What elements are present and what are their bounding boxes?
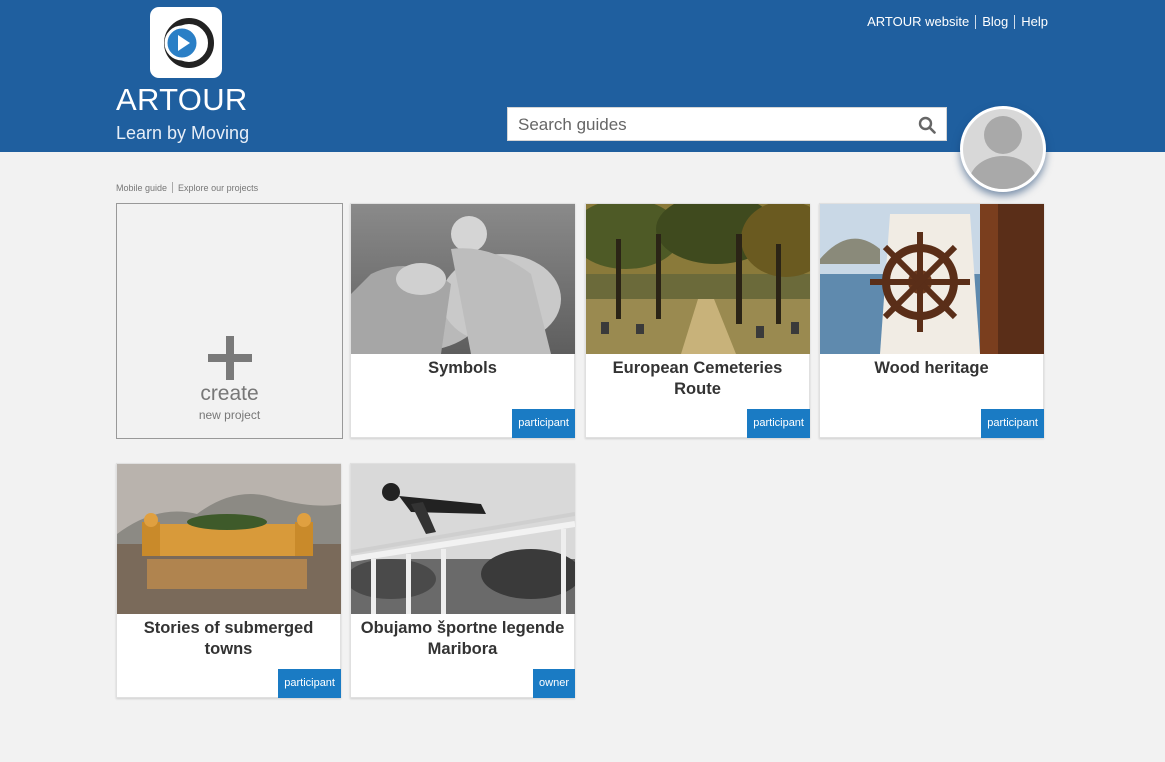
breadcrumb-mobile-guide[interactable]: Mobile guide (116, 183, 167, 193)
user-avatar[interactable] (960, 106, 1046, 192)
link-divider (975, 14, 977, 29)
create-project-card[interactable]: create new project (116, 203, 343, 439)
project-thumbnail (117, 464, 341, 614)
plus-icon (208, 336, 252, 380)
breadcrumb: Mobile guide Explore our projects (116, 182, 258, 193)
top-links: ARTOUR website Blog Help (867, 14, 1048, 29)
project-card-european-cemeteries-route[interactable]: European Cemeteries Route participant (585, 203, 810, 438)
project-card-stories-of-submerged-towns[interactable]: Stories of submerged towns participant (116, 463, 341, 698)
breadcrumb-divider (172, 182, 174, 193)
app-logo[interactable] (150, 7, 222, 78)
project-card-symbols[interactable]: Symbols participant (350, 203, 575, 438)
play-circle-logo-icon (164, 18, 214, 68)
search-input[interactable] (516, 113, 910, 137)
role-badge: participant (747, 409, 810, 438)
project-thumbnail (586, 204, 810, 354)
link-divider (1014, 14, 1016, 29)
project-title: Symbols (428, 359, 497, 377)
project-thumbnail (351, 464, 575, 614)
search-icon[interactable] (918, 116, 936, 134)
project-card-wood-heritage[interactable]: Wood heritage participant (819, 203, 1044, 438)
search-box (507, 107, 947, 141)
user-silhouette-icon (969, 116, 1037, 189)
project-card-obujamo-sportne-legende-maribora[interactable]: Obujamo športne legende Maribora owner (350, 463, 575, 698)
role-badge: participant (512, 409, 575, 438)
role-badge: participant (278, 669, 341, 698)
project-title: Stories of submerged towns (143, 619, 314, 658)
brand-tagline: Learn by Moving (116, 123, 250, 143)
link-blog[interactable]: Blog (982, 14, 1008, 29)
breadcrumb-explore-projects[interactable]: Explore our projects (178, 183, 258, 193)
project-thumbnail (351, 204, 575, 354)
create-sublabel: new project (198, 408, 261, 422)
project-title: European Cemeteries Route (612, 359, 783, 398)
project-title: Obujamo športne legende Maribora (360, 619, 565, 658)
create-label: create (200, 382, 259, 405)
link-artour-website[interactable]: ARTOUR website (867, 14, 969, 29)
role-badge: participant (981, 409, 1044, 438)
role-badge: owner (533, 669, 575, 698)
link-help[interactable]: Help (1021, 14, 1048, 29)
project-title: Wood heritage (874, 359, 989, 377)
project-thumbnail (820, 204, 1044, 354)
brand-name: ARTOUR (116, 82, 248, 117)
